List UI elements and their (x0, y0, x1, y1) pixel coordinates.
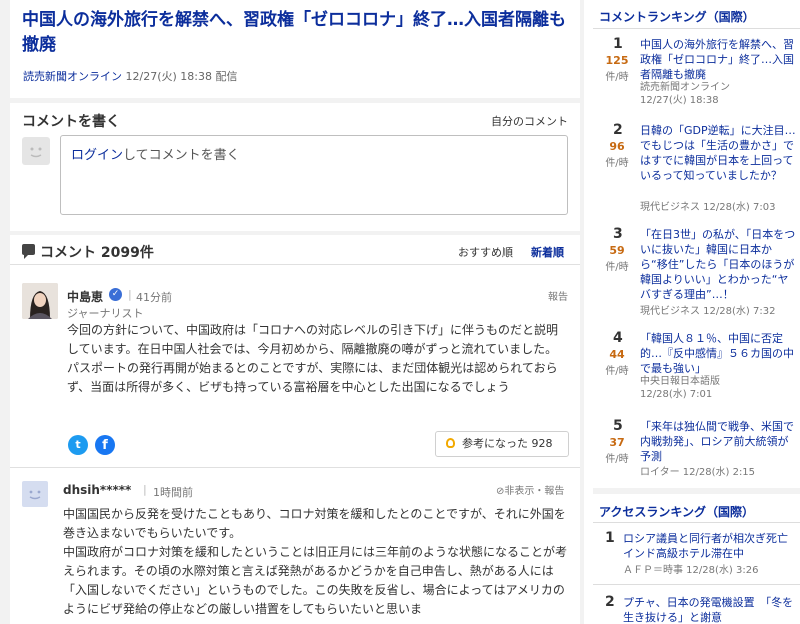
sidebar: コメントランキング（国際） 1 125 件/時 中国人の海外旅行を解禁へ、習政権… (593, 0, 800, 624)
rank-title[interactable]: 日韓の「GDP逆転」に大注目…でもじつは「生活の豊かさ」ではすでに韓国が日本を上… (640, 123, 798, 183)
helpful-count: 928 (531, 437, 553, 450)
comment-form-title: コメントを書く (22, 114, 120, 130)
sidebar-divider (593, 584, 800, 585)
report-link[interactable]: 報告 (548, 288, 568, 303)
rank-title[interactable]: ロシア議員と同行者が相次ぎ死亡 インド高級ホテル滞在中 (623, 531, 796, 561)
rank-number: 3 (613, 226, 623, 242)
meta-separator: | (143, 483, 147, 496)
person-photo-icon (22, 283, 58, 319)
rank-number: 2 (613, 122, 623, 138)
commenter-name[interactable]: dhsih***** (63, 483, 131, 497)
article-header: 中国人の海外旅行を解禁へ、習政権「ゼロコロナ」終了…入国者隔離も撤廃 読売新聞オ… (10, 0, 580, 98)
ranking-item[interactable]: 4 44 件/時 「韓国人８１％、中国に否定的…『反中感情』５６カ国の中で最も強… (593, 330, 800, 406)
rank-source: 現代ビジネス 12/28(水) 7:32 (640, 306, 776, 317)
default-avatar-icon (29, 490, 41, 500)
sidebar-divider (593, 522, 800, 523)
rank-source: ＡＦＰ＝時事 12/28(水) 3:26 (623, 565, 759, 576)
comment-time: 41分前 (136, 291, 172, 304)
rank-number: 1 (613, 36, 623, 52)
comment-input[interactable]: ログインしてコメントを書く (60, 135, 568, 215)
twitter-share-icon[interactable]: t (68, 435, 88, 455)
comment-body: 中国国民から反発を受けたこともあり、コロナ対策を緩和したとのことですが、それに外… (63, 507, 568, 616)
ranking-item[interactable]: 2 96 件/時 日韓の「GDP逆転」に大注目…でもじつは「生活の豊かさ」ではす… (593, 122, 800, 214)
comments-count-title: コメント 2099件 (40, 245, 154, 261)
rank-source: 中央日報日本語版 12/28(水) 7:01 (640, 376, 720, 400)
facebook-share-icon[interactable]: f (95, 435, 115, 455)
comment-prompt: してコメントを書く (123, 148, 240, 163)
commenter-name[interactable]: 中島恵 (67, 288, 103, 305)
commenter-role: ジャーナリスト (67, 307, 144, 320)
rank-unit: 件/時 (605, 72, 629, 83)
commenter-avatar-default[interactable] (22, 481, 48, 507)
commenter-avatar[interactable] (22, 283, 58, 319)
comment-ranking-title: コメントランキング（国際） (599, 10, 755, 24)
comment-bubble-icon (22, 244, 35, 259)
access-ranking-title: アクセスランキング（国際） (599, 505, 755, 519)
comment-form: コメントを書く 自分のコメント ログインしてコメントを書く (10, 103, 580, 231)
rank-unit: 件/時 (605, 366, 629, 377)
rank-title[interactable]: 中国人の海外旅行を解禁へ、習政権「ゼロコロナ」終了…入国者隔離も撤廃 (640, 37, 798, 82)
ranking-item[interactable]: 5 37 件/時 「来年は独仏間で戦争、米国で内戦勃発」、ロシア前大統領が予測 … (593, 418, 800, 480)
comment-divider (10, 467, 580, 468)
comment-body: 今回の方針について、中国政府は「コロナへの対応レベルの引き下げ」に伴うものだと説… (67, 323, 559, 394)
rank-number: 5 (613, 418, 623, 434)
rank-count: 125 (605, 54, 629, 67)
access-ranking-item[interactable]: 1 ロシア議員と同行者が相次ぎ死亡 インド高級ホテル滞在中 ＡＦＰ＝時事 12/… (593, 530, 800, 580)
rank-title[interactable]: 「来年は独仏間で戦争、米国で内戦勃発」、ロシア前大統領が予測 (640, 419, 798, 464)
meta-separator: | (128, 288, 132, 301)
article-title[interactable]: 中国人の海外旅行を解禁へ、習政権「ゼロコロナ」終了…入国者隔離も撤廃 (22, 8, 574, 58)
rank-title[interactable]: 「在日3世」の私が、「日本をついに抜いた」韓国に日本から“移住”したら「日本のほ… (640, 227, 798, 302)
rank-count: 96 (609, 140, 625, 153)
main-column: 中国人の海外旅行を解禁へ、習政権「ゼロコロナ」終了…入国者隔離も撤廃 読売新聞オ… (0, 0, 584, 624)
comment-time: 1時間前 (153, 486, 193, 499)
rank-number: 1 (605, 530, 615, 546)
default-avatar-icon (30, 147, 42, 158)
user-avatar (22, 137, 50, 165)
my-comments-link[interactable]: 自分のコメント (491, 113, 568, 129)
rank-title[interactable]: 「韓国人８１％、中国に否定的…『反中感情』５６カ国の中で最も強い」 (640, 331, 798, 376)
article-date: 12/27(火) 18:38 配信 (125, 70, 238, 83)
comments-section: コメント 2099件 おすすめ順 新着順 中島恵 ✓ | 41分前 ジャーナリス… (10, 235, 580, 624)
rank-number: 2 (605, 594, 615, 610)
article-meta: 読売新聞オンライン 12/27(火) 18:38 配信 (23, 68, 237, 84)
rank-source: 現代ビジネス 12/28(水) 7:03 (640, 202, 776, 213)
helpful-button[interactable]: 参考になった 928 (435, 431, 569, 457)
comments-header: コメント 2099件 おすすめ順 新着順 (10, 235, 580, 265)
rank-number: 4 (613, 330, 623, 346)
ranking-item[interactable]: 3 59 件/時 「在日3世」の私が、「日本をついに抜いた」韓国に日本から“移住… (593, 226, 800, 318)
login-link[interactable]: ログイン (71, 148, 123, 163)
rank-count: 37 (609, 436, 625, 449)
rank-count: 44 (609, 348, 625, 361)
access-ranking-item[interactable]: 2 プチャ、日本の発電機設置 「冬を生き抜ける」と謝意 (593, 594, 800, 624)
hide-report-link[interactable]: ⊘非表示・報告 (496, 482, 564, 497)
rank-count: 59 (609, 244, 625, 257)
rank-source: ロイター 12/28(水) 2:15 (640, 467, 756, 478)
sort-newest-tab[interactable]: 新着順 (531, 244, 564, 260)
ranking-item[interactable]: 1 125 件/時 中国人の海外旅行を解禁へ、習政権「ゼロコロナ」終了…入国者隔… (593, 36, 800, 112)
rank-title[interactable]: プチャ、日本の発電機設置 「冬を生き抜ける」と謝意 (623, 595, 796, 624)
rank-source: 読売新聞オンライン 12/27(火) 18:38 (640, 82, 730, 106)
helpful-label: 参考になった (462, 437, 528, 450)
article-source[interactable]: 読売新聞オンライン (23, 70, 122, 83)
sidebar-gap (593, 488, 800, 494)
rank-unit: 件/時 (605, 158, 629, 169)
verified-check-icon: ✓ (109, 288, 122, 301)
rank-unit: 件/時 (605, 454, 629, 465)
sort-recommended-tab[interactable]: おすすめ順 (458, 244, 513, 260)
sidebar-divider (593, 28, 800, 29)
lightbulb-icon (446, 438, 455, 448)
rank-unit: 件/時 (605, 262, 629, 273)
